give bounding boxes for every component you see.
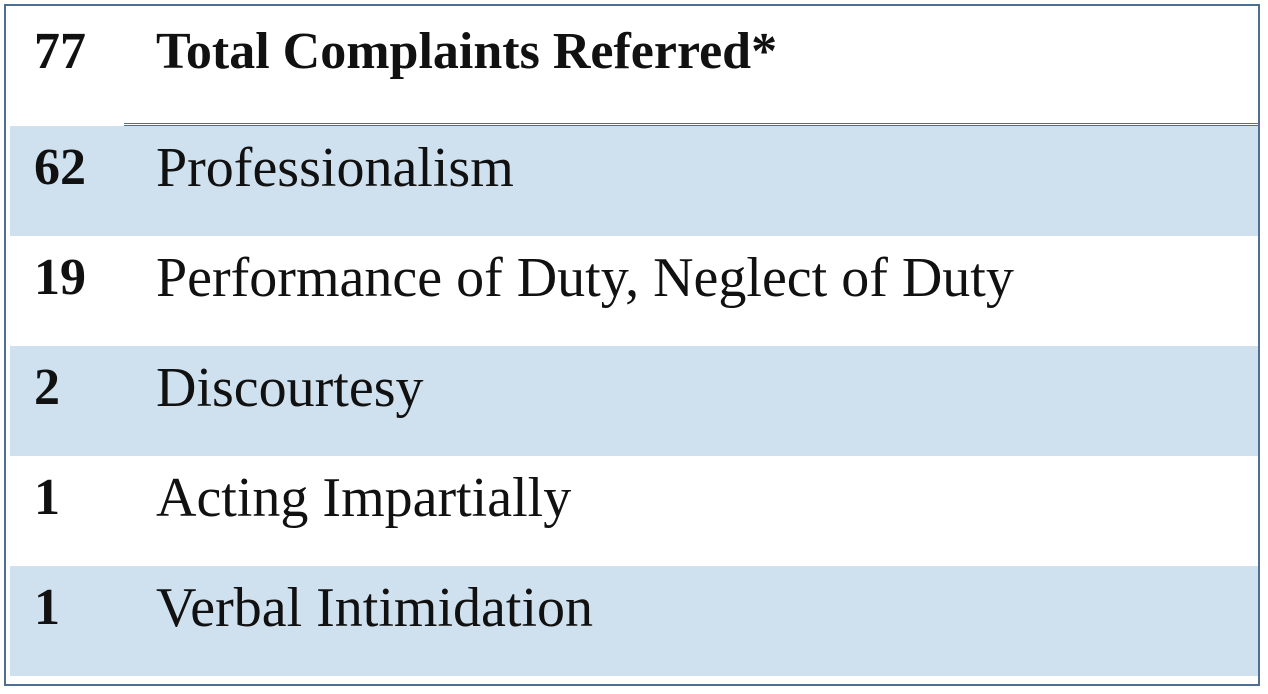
total-count: 77 (34, 23, 86, 80)
row-label: Professionalism (156, 137, 514, 199)
table-row: 19 Performance of Duty, Neglect of Duty (10, 236, 1258, 346)
row-count: 2 (34, 359, 60, 416)
table-row: 1 Verbal Intimidation (10, 566, 1258, 676)
row-count: 1 (34, 469, 60, 526)
row-label: Verbal Intimidation (156, 577, 594, 639)
row-label: Discourtesy (156, 357, 424, 419)
table-header-row: 77 Total Complaints Referred* (10, 10, 1258, 126)
complaints-table: 77 Total Complaints Referred* 62 Profess… (10, 10, 1258, 684)
table-row: 1 Acting Impartially (10, 456, 1258, 566)
row-count: 1 (34, 579, 60, 636)
row-label: Acting Impartially (156, 467, 572, 529)
table-row: 2 Discourtesy (10, 346, 1258, 456)
total-label: Total Complaints Referred* (156, 23, 778, 80)
row-label: Performance of Duty, Neglect of Duty (156, 247, 1014, 309)
row-count: 19 (34, 249, 86, 306)
table-row: 62 Professionalism (10, 126, 1258, 236)
row-count: 62 (34, 139, 86, 196)
